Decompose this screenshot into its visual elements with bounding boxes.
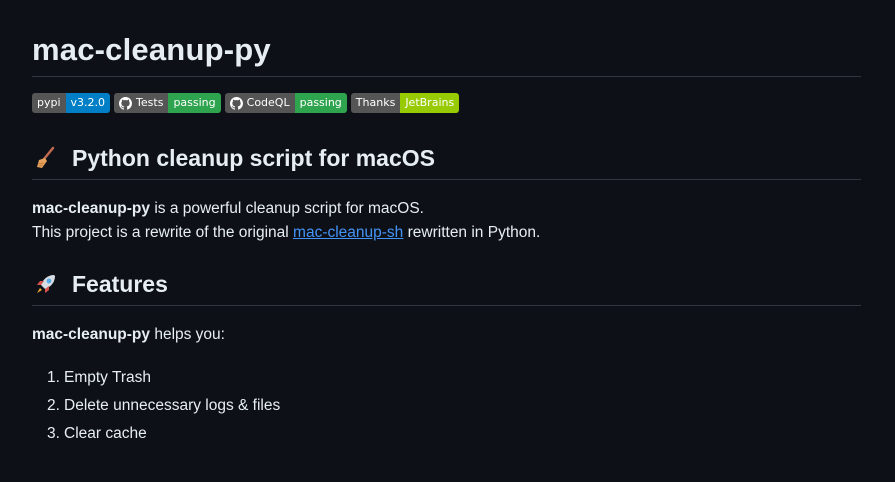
list-item-text: Clear cache xyxy=(64,425,147,442)
section-heading-text: Features xyxy=(72,271,168,297)
intro-text: This project is a rewrite of the origina… xyxy=(32,224,294,241)
intro-line-1: mac-cleanup-py is a powerful cleanup scr… xyxy=(32,197,424,221)
broom-icon xyxy=(32,146,60,170)
features-list: 1. Empty Trash 2. Delete unnecessary logs … xyxy=(47,364,280,448)
list-item: 1. Empty Trash xyxy=(47,364,280,392)
mac-cleanup-sh-link[interactable]: mac-cleanup-sh xyxy=(293,224,403,241)
badge-label: Tests xyxy=(136,96,164,109)
rocket-icon xyxy=(32,272,60,296)
badge-label: Thanks xyxy=(350,93,401,113)
badge-label: pypi xyxy=(32,93,66,113)
tests-badge[interactable]: Tests passing xyxy=(114,93,221,113)
badge-label: CodeQL xyxy=(246,96,290,109)
badge-row: pypi v3.2.0 Tests passing CodeQL passing… xyxy=(32,93,460,113)
github-icon xyxy=(119,96,133,110)
badge-value: JetBrains xyxy=(400,93,460,113)
badge-label-group: CodeQL xyxy=(224,93,295,113)
list-number: 2. xyxy=(47,397,60,414)
list-item: 3. Clear cache xyxy=(47,420,280,448)
intro-text: helps you: xyxy=(150,326,225,343)
section-divider xyxy=(32,305,861,306)
title-divider xyxy=(32,76,861,77)
project-name: mac-cleanup-py xyxy=(32,326,151,343)
section-divider xyxy=(32,179,861,180)
list-number: 3. xyxy=(47,425,60,442)
intro-text: is a powerful cleanup script for macOS. xyxy=(150,200,424,217)
badge-value: passing xyxy=(294,93,347,113)
jetbrains-badge[interactable]: Thanks JetBrains xyxy=(350,93,460,113)
badge-label-group: Tests xyxy=(114,93,169,113)
section-heading-features: Features xyxy=(32,269,168,299)
badge-value: passing xyxy=(168,93,221,113)
project-name: mac-cleanup-py xyxy=(32,200,151,217)
github-icon xyxy=(229,96,243,110)
features-intro: mac-cleanup-py helps you: xyxy=(32,323,225,347)
intro-text: rewritten in Python. xyxy=(403,224,541,241)
codeql-badge[interactable]: CodeQL passing xyxy=(224,93,347,113)
pypi-version-badge[interactable]: pypi v3.2.0 xyxy=(32,93,111,113)
badge-value: v3.2.0 xyxy=(65,93,111,113)
section-heading-overview: Python cleanup script for macOS xyxy=(32,143,435,173)
section-heading-text: Python cleanup script for macOS xyxy=(72,145,435,171)
list-item: 2. Delete unnecessary logs & files xyxy=(47,392,280,420)
list-item-text: Empty Trash xyxy=(64,369,151,386)
list-number: 1. xyxy=(47,369,60,386)
intro-line-2: This project is a rewrite of the origina… xyxy=(32,221,540,245)
page-title: mac-cleanup-py xyxy=(32,32,271,67)
list-item-text: Delete unnecessary logs & files xyxy=(64,397,281,414)
